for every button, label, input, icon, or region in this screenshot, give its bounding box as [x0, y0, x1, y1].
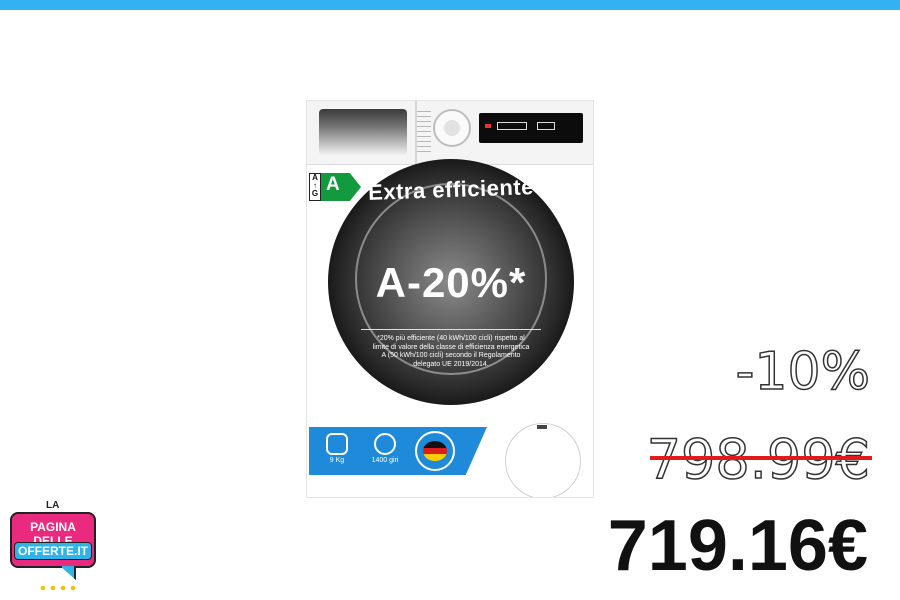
logo-line-2: OFFERTE.IT [14, 542, 92, 560]
logo-small-text: LA [46, 500, 60, 511]
discount-percentage: -10% [735, 342, 871, 402]
control-display [479, 113, 583, 143]
door-divider [361, 329, 541, 330]
feature-spin-label: 1400 giri [371, 457, 399, 464]
program-labels [417, 111, 431, 155]
top-accent-bar [0, 0, 900, 10]
program-knob [433, 109, 471, 147]
product-image: A ↑ G A Extra efficiente A-20%* *20% più e… [306, 100, 594, 498]
spin-icon [374, 433, 396, 455]
logo-dots [38, 584, 78, 592]
weight-icon [326, 433, 348, 455]
feature-capacity-label: 9 Kg [329, 457, 345, 464]
old-price: 798.99€ [646, 428, 871, 491]
feature-spin: 1400 giri [365, 433, 405, 464]
new-price: 719.16€ [607, 506, 868, 586]
door-footnote: *20% più efficiente (40 kWh/100 cicli) r… [372, 335, 530, 368]
detergent-drawer [319, 109, 407, 155]
german-flag-icon [423, 441, 447, 461]
old-price-strikethrough [650, 456, 872, 460]
door-headline: A-20%* [375, 259, 527, 306]
porthole-latch [537, 425, 547, 429]
site-logo[interactable]: LA PAGINA DELLE OFFERTE.IT [8, 500, 98, 596]
lower-porthole [505, 423, 581, 497]
logo-bubble-tail [60, 566, 76, 580]
feature-capacity: 9 Kg [321, 433, 353, 464]
